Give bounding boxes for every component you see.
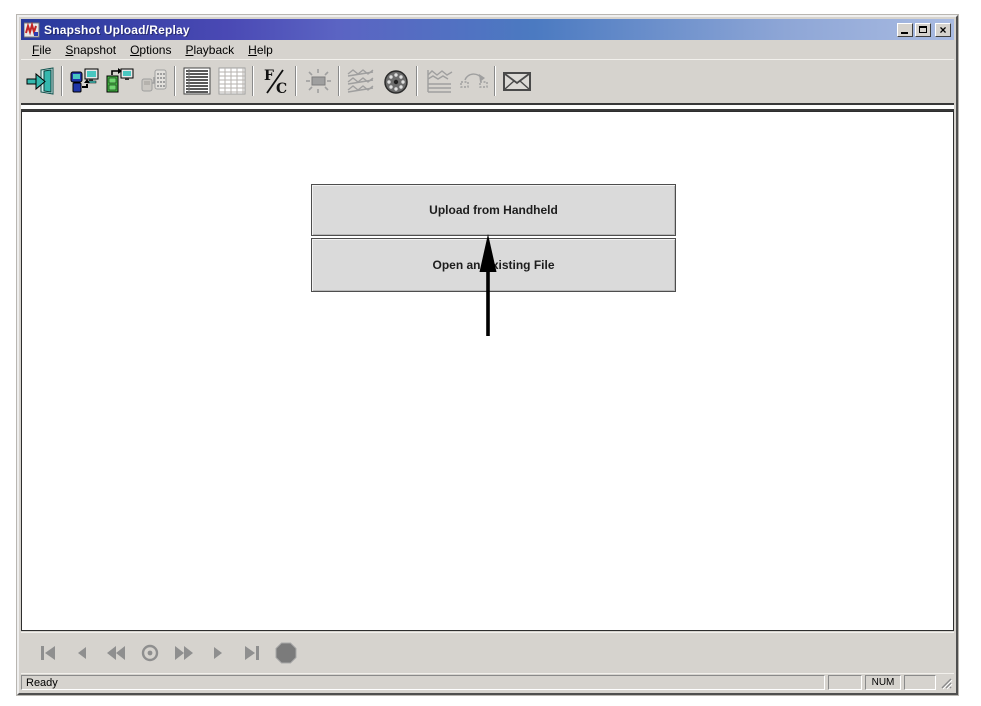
replay-cycle-icon bbox=[459, 67, 489, 95]
menu-help[interactable]: Help bbox=[241, 41, 280, 59]
toolbar-upload-device-button[interactable] bbox=[101, 64, 136, 98]
stop-icon bbox=[273, 640, 299, 666]
toolbar-separator bbox=[416, 66, 418, 96]
toolbar-report-button[interactable] bbox=[179, 64, 214, 98]
client-area: Upload from Handheld Open an Existing Fi… bbox=[21, 111, 954, 631]
playback-skip-start-button[interactable] bbox=[35, 640, 61, 666]
playback-fast-forward-button[interactable] bbox=[171, 640, 197, 666]
device-upload-icon bbox=[104, 67, 134, 95]
report-list-icon bbox=[182, 67, 212, 95]
toolbar-separator bbox=[338, 66, 340, 96]
menu-file-rest: ile bbox=[39, 43, 51, 57]
toolbar-display-button[interactable] bbox=[300, 64, 335, 98]
titlebar[interactable]: Snapshot Upload/Replay × bbox=[21, 19, 954, 40]
playback-play-button[interactable] bbox=[205, 640, 231, 666]
display-flash-icon bbox=[303, 67, 333, 95]
menu-playback[interactable]: Playback bbox=[178, 41, 241, 59]
toolbar-graph-report-button[interactable] bbox=[421, 64, 456, 98]
device-list-icon bbox=[139, 67, 169, 95]
playback-toolbar bbox=[21, 632, 954, 672]
app-window: Snapshot Upload/Replay × File Snapshot O… bbox=[17, 15, 958, 695]
playback-record-button[interactable] bbox=[137, 640, 163, 666]
page-background: Snapshot Upload/Replay × File Snapshot O… bbox=[0, 0, 981, 706]
status-panel-1 bbox=[828, 675, 862, 690]
minimize-icon bbox=[901, 32, 908, 34]
toolbar-separator bbox=[61, 66, 63, 96]
window-title: Snapshot Upload/Replay bbox=[44, 23, 897, 37]
toolbar: F C bbox=[21, 60, 954, 102]
close-icon: × bbox=[939, 25, 946, 35]
toolbar-graphs-button[interactable] bbox=[343, 64, 378, 98]
toolbar-dial-button[interactable] bbox=[378, 64, 413, 98]
maximize-button[interactable] bbox=[915, 23, 931, 37]
celsius-label: C bbox=[276, 81, 287, 95]
toolbar-separator bbox=[252, 66, 254, 96]
fahrenheit-celsius-icon: F C bbox=[260, 67, 290, 95]
toolbar-separator bbox=[295, 66, 297, 96]
skip-to-end-icon bbox=[240, 641, 264, 665]
toolbar-exit-button[interactable] bbox=[23, 64, 58, 98]
menu-options-rest: ptions bbox=[139, 43, 171, 57]
menu-snapshot[interactable]: Snapshot bbox=[58, 41, 123, 59]
toolbar-device-list-button[interactable] bbox=[136, 64, 171, 98]
toolbar-separator bbox=[174, 66, 176, 96]
handheld-upload-icon bbox=[69, 67, 99, 95]
maximize-icon bbox=[919, 26, 927, 33]
step-back-icon bbox=[70, 641, 94, 665]
app-icon bbox=[24, 22, 40, 38]
status-message: Ready bbox=[21, 675, 825, 690]
statusbar: Ready NUM bbox=[21, 673, 954, 691]
mail-envelope-icon bbox=[502, 67, 532, 95]
playback-rewind-button[interactable] bbox=[103, 640, 129, 666]
menu-options[interactable]: Options bbox=[123, 41, 178, 59]
window-controls: × bbox=[897, 23, 951, 37]
menu-playback-rest: layback bbox=[193, 43, 234, 57]
playback-skip-end-button[interactable] bbox=[239, 640, 265, 666]
close-button[interactable]: × bbox=[935, 23, 951, 37]
multi-graph-icon bbox=[346, 67, 376, 95]
exit-door-icon bbox=[26, 67, 56, 95]
toolbar-separator bbox=[494, 66, 496, 96]
record-icon bbox=[138, 641, 162, 665]
toolbar-client-divider bbox=[21, 103, 954, 111]
menu-help-rest: elp bbox=[257, 43, 273, 57]
toolbar-upload-handheld-button[interactable] bbox=[66, 64, 101, 98]
toolbar-grid-button[interactable] bbox=[214, 64, 249, 98]
menu-file[interactable]: File bbox=[25, 41, 58, 59]
upload-from-handheld-button[interactable]: Upload from Handheld bbox=[311, 184, 676, 236]
menubar: File Snapshot Options Playback Help bbox=[21, 41, 954, 60]
skip-to-start-icon bbox=[36, 641, 60, 665]
resize-grip[interactable] bbox=[939, 675, 953, 690]
menu-help-key: H bbox=[248, 43, 257, 57]
data-grid-icon bbox=[217, 67, 247, 95]
annotation-arrow-icon bbox=[472, 230, 504, 342]
minimize-button[interactable] bbox=[897, 23, 913, 37]
playback-step-back-button[interactable] bbox=[69, 640, 95, 666]
rewind-icon bbox=[104, 641, 128, 665]
play-icon bbox=[206, 641, 230, 665]
dial-gauge-icon bbox=[381, 67, 411, 95]
fahrenheit-label: F bbox=[264, 68, 274, 84]
toolbar-replay-button[interactable] bbox=[456, 64, 491, 98]
toolbar-units-button[interactable]: F C bbox=[257, 64, 292, 98]
menu-snapshot-rest: napshot bbox=[73, 43, 116, 57]
toolbar-mail-button[interactable] bbox=[499, 64, 534, 98]
playback-stop-button[interactable] bbox=[273, 640, 299, 666]
status-panel-2 bbox=[904, 675, 936, 690]
graph-report-icon bbox=[424, 67, 454, 95]
num-lock-indicator: NUM bbox=[865, 675, 901, 690]
fast-forward-icon bbox=[172, 641, 196, 665]
